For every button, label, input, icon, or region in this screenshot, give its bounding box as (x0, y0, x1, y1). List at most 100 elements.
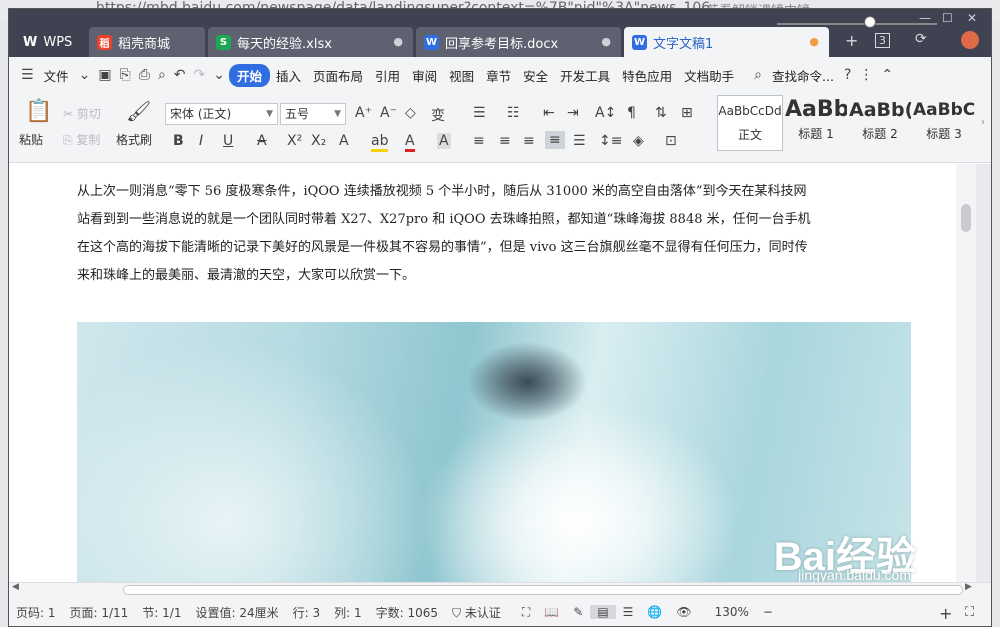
zoom-out-icon[interactable]: − (756, 605, 780, 619)
subscript-icon[interactable]: X₂ (311, 133, 326, 149)
export-icon[interactable]: ⎘ (116, 67, 135, 83)
help-icon[interactable]: ? (840, 67, 855, 83)
highlight-icon[interactable]: ab (371, 133, 389, 152)
tab-close-dot-icon[interactable]: ● (393, 35, 403, 48)
body-paragraph[interactable]: 从上次一则消息“零下 56 度极寒条件，iQOO 连续播放视频 5 个半小时，随… (77, 178, 817, 290)
menu-tab-security[interactable]: 安全 (517, 66, 554, 85)
reading-mode-icon[interactable]: 📖 (537, 605, 566, 619)
tab-close-dot-icon[interactable]: ● (601, 35, 611, 48)
font-name-select[interactable]: 宋体 (正文) ▼ (165, 103, 278, 125)
sync-icon[interactable]: ⟳ (915, 31, 927, 47)
tab-docer[interactable]: 稻 稻壳商城 (89, 27, 205, 57)
web-view-icon[interactable]: 🌐 (640, 605, 669, 619)
maximize-button[interactable]: ☐ (942, 11, 953, 25)
italic-icon[interactable]: I (199, 133, 203, 149)
font-color-icon[interactable]: A (405, 133, 415, 152)
cut-button[interactable]: ✂ 剪切 (63, 105, 101, 122)
menu-tab-assistant[interactable]: 文档助手 (678, 66, 740, 85)
paste-button[interactable]: 粘贴 (19, 131, 43, 148)
grow-font-icon[interactable]: A⁺ (355, 105, 372, 121)
redo-icon[interactable]: ↷ (190, 67, 210, 83)
style-heading-3[interactable]: AaBbC 标题 3 (913, 95, 975, 151)
superscript-icon[interactable]: X² (287, 133, 302, 149)
collapse-ribbon-icon[interactable]: ⌃ (877, 67, 897, 83)
auth-status[interactable]: ⛉ 未认证 (445, 604, 508, 621)
align-left-icon[interactable]: ≡ (473, 133, 485, 149)
increase-indent-icon[interactable]: ⇥ (567, 105, 579, 121)
horizontal-scrollbar[interactable]: ◀ ▶ (9, 582, 991, 596)
menu-tab-references[interactable]: 引用 (369, 66, 406, 85)
align-right-icon[interactable]: ≡ (523, 133, 535, 149)
underline-icon[interactable]: U (223, 133, 233, 149)
status-setting[interactable]: 设置值: 24厘米 (188, 604, 285, 621)
status-pages[interactable]: 页面: 1/11 (63, 604, 136, 621)
print-preview-icon[interactable]: ⌕ (154, 67, 170, 83)
undo-icon[interactable]: ↶ (170, 67, 190, 83)
menu-tab-chapter[interactable]: 章节 (480, 66, 517, 85)
status-page-number[interactable]: 页码: 1 (9, 604, 63, 621)
focus-mode-icon[interactable]: ⛶ (508, 605, 537, 620)
customize-icon[interactable]: ⌄ (209, 67, 229, 83)
save-icon[interactable]: ▣ (94, 67, 115, 83)
clear-format-icon[interactable]: ◇ (405, 105, 416, 121)
print-icon[interactable]: ⎙ (135, 67, 154, 83)
sort-icon[interactable]: ⇅ (655, 105, 667, 121)
style-normal[interactable]: AaBbCcDd 正文 (717, 95, 783, 151)
table-borders-icon[interactable]: ⊞ (681, 105, 693, 121)
shrink-font-icon[interactable]: A⁻ (380, 105, 397, 121)
copy-button[interactable]: ⎘ 复制 (63, 131, 100, 148)
align-center-icon[interactable]: ≡ (499, 133, 511, 149)
numbering-icon[interactable]: ☷ (507, 105, 520, 121)
tab-docx[interactable]: W 回享参考目标.docx ● (416, 27, 621, 57)
decrease-indent-icon[interactable]: ⇤ (543, 105, 555, 121)
search-command[interactable]: 查找命令... (766, 66, 840, 85)
avatar[interactable] (961, 31, 979, 49)
edit-mode-icon[interactable]: ✎ (566, 605, 590, 619)
char-shading-icon[interactable]: A (437, 133, 451, 149)
fit-window-icon[interactable]: ⛶ (965, 605, 974, 620)
file-menu[interactable]: 文件 (38, 66, 75, 85)
tab-count-badge[interactable]: 3 (875, 33, 890, 48)
eye-protection-icon[interactable]: 👁 (669, 605, 698, 619)
paste-icon[interactable]: 📋 (25, 99, 52, 124)
new-tab-icon[interactable]: + (845, 31, 858, 50)
scroll-right-icon[interactable]: ▶ (965, 582, 972, 592)
font-size-select[interactable]: 五号 ▼ (280, 103, 346, 125)
outline-view-icon[interactable]: ☰ (616, 605, 641, 619)
menu-tab-view[interactable]: 视图 (443, 66, 480, 85)
close-window-button[interactable]: ✕ (967, 11, 977, 25)
tab-wps-home[interactable]: W WPS (15, 27, 85, 57)
status-section[interactable]: 节: 1/1 (135, 604, 188, 621)
bullets-icon[interactable]: ☰ (473, 105, 486, 121)
chinese-layout-icon[interactable]: A↕ (595, 105, 616, 121)
text-effect-icon[interactable]: A (339, 133, 349, 149)
styles-more-icon[interactable]: › (981, 117, 985, 128)
bold-icon[interactable]: B (173, 133, 184, 149)
menu-tab-features[interactable]: 特色应用 (616, 66, 678, 85)
shading-icon[interactable]: ◈ (633, 133, 644, 149)
scroll-left-icon[interactable]: ◀ (12, 582, 19, 592)
format-painter-icon[interactable]: 🖌 (126, 99, 151, 123)
hamburger-icon[interactable]: ☰ (9, 67, 38, 83)
phonetic-icon[interactable]: 变 (431, 105, 445, 125)
line-spacing-icon[interactable]: ↕≡ (599, 133, 622, 149)
strikethrough-icon[interactable]: A (257, 133, 267, 149)
vertical-scrollbar[interactable] (956, 164, 976, 582)
menu-tab-layout[interactable]: 页面布局 (307, 66, 369, 85)
menu-tab-review[interactable]: 审阅 (406, 66, 443, 85)
menu-tab-insert[interactable]: 插入 (270, 66, 307, 85)
show-marks-icon[interactable]: ¶ (627, 105, 636, 121)
search-icon[interactable]: ⌕ (740, 67, 766, 83)
style-heading-1[interactable]: AaBb 标题 1 (785, 95, 847, 151)
more-icon[interactable]: ⋮ (855, 67, 877, 83)
zoom-in-icon[interactable]: + (939, 604, 952, 623)
tab-spreadsheet[interactable]: S 每天的经验.xlsx ● (208, 27, 413, 57)
format-painter-button[interactable]: 格式刷 (116, 131, 152, 148)
menu-tab-developer[interactable]: 开发工具 (554, 66, 616, 85)
tab-active-document[interactable]: W 文字文稿1 ● (624, 27, 829, 57)
zoom-level[interactable]: 130% (699, 605, 756, 619)
vertical-scroll-thumb[interactable] (961, 204, 971, 232)
distribute-icon[interactable]: ☰ (573, 133, 586, 149)
zoom-slider-knob[interactable] (863, 16, 876, 28)
borders-icon[interactable]: ⊡ (665, 133, 677, 149)
